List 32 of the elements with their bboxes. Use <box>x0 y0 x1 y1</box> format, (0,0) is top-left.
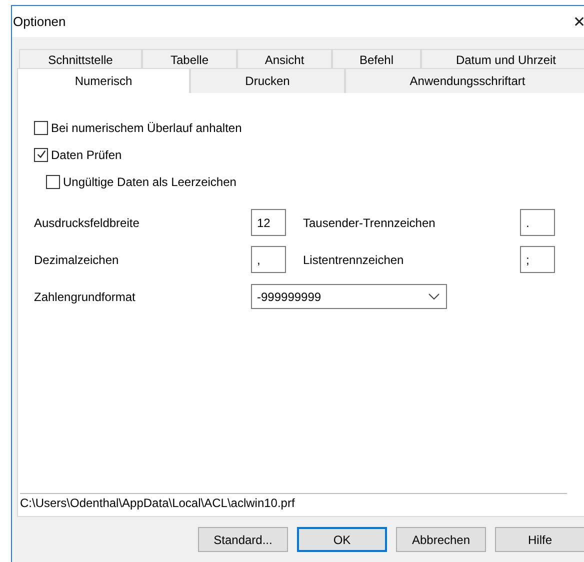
input-field[interactable]: . <box>520 209 555 236</box>
close-button[interactable]: ✕ <box>573 12 584 30</box>
field-label: Listentrennzeichen <box>303 252 405 266</box>
tab[interactable]: Befehl <box>332 49 421 70</box>
dialog-button[interactable]: OK <box>297 527 387 552</box>
checkbox[interactable] <box>34 148 48 162</box>
dropdown[interactable]: -999999999 <box>251 284 447 309</box>
field-label: Zahlengrundformat <box>34 290 136 304</box>
input-field[interactable]: 12 <box>251 209 286 236</box>
file-path: C:\Users\Odenthal\AppData\Local\ACL\aclwin10.prf <box>20 493 567 512</box>
input-field[interactable]: ; <box>520 246 555 273</box>
tab[interactable]: Schnittstelle <box>19 49 142 70</box>
field-label: Dezimalzeichen <box>34 252 120 266</box>
tab[interactable]: Drucken <box>190 68 345 93</box>
tab[interactable]: Ansicht <box>237 49 332 70</box>
dialog-button[interactable]: Standard... <box>198 527 288 552</box>
checkbox-label[interactable]: Ungültige Daten als Leerzeichen <box>63 174 236 188</box>
tab[interactable]: Tabelle <box>142 49 237 70</box>
chevron-down-icon <box>428 292 440 300</box>
checkbox-label[interactable]: Daten Prüfen <box>51 148 122 162</box>
input-field[interactable]: , <box>251 246 286 273</box>
tab[interactable]: Anwendungsschriftart <box>345 68 584 93</box>
dialog-button[interactable]: Abbrechen <box>396 527 486 552</box>
checkbox-label[interactable]: Bei numerischem Überlauf anhalten <box>51 120 242 134</box>
field-label: Tausender-Trennzeichen <box>303 216 436 230</box>
window-title: Optionen <box>13 14 66 29</box>
field-label: Ausdrucksfeldbreite <box>34 216 140 230</box>
tab[interactable]: Numerisch <box>17 68 190 93</box>
tab[interactable]: Datum und Uhrzeit <box>421 49 584 70</box>
checkbox[interactable] <box>46 174 60 188</box>
checkbox[interactable] <box>34 120 48 134</box>
dialog-button[interactable]: Hilfe <box>495 527 584 552</box>
